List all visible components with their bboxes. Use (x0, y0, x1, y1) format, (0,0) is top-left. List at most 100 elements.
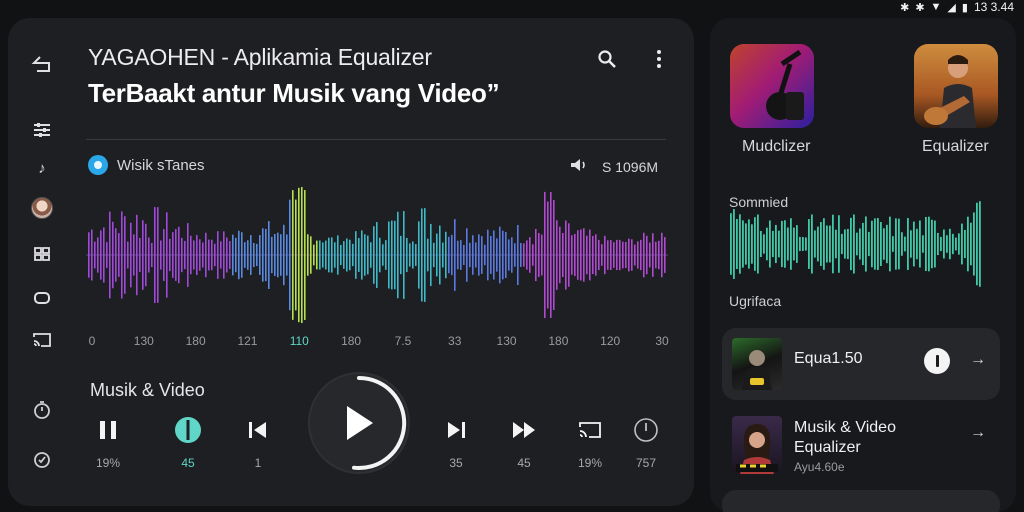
waveform-bar (523, 243, 525, 267)
waveform-bar (661, 232, 663, 278)
track-thumbnail (732, 338, 782, 390)
waveform-bar (613, 242, 615, 268)
waveform-bar (637, 241, 639, 269)
page-title: YAGAOHEN - Aplikamia Equalizer (88, 44, 432, 70)
check-circle-icon[interactable] (26, 446, 58, 474)
mini-waveform-bar (868, 231, 870, 257)
mini-waveform-bar (832, 214, 834, 274)
mini-waveform-bar (973, 212, 975, 276)
waveform-bar (94, 241, 96, 269)
header-divider (86, 139, 666, 140)
waveform-bar (187, 223, 189, 287)
signal-icon: ◢ (947, 1, 956, 14)
waveform-bar (130, 222, 132, 288)
mini-waveform-bar (958, 233, 960, 255)
waveform-bar (163, 229, 165, 281)
app-tile-mudclizer[interactable] (730, 44, 814, 128)
back-icon[interactable] (26, 50, 58, 78)
waveform-bar (646, 235, 648, 275)
waveform-bar (289, 199, 291, 311)
pause-icon[interactable] (88, 414, 128, 446)
waveform-bar (454, 219, 456, 291)
mini-waveform-bar (847, 228, 849, 260)
axis-tick-label: 30 (655, 334, 669, 348)
power-icon[interactable] (626, 414, 666, 446)
wifi-icon: ▼ (930, 1, 942, 13)
arrow-right-icon[interactable]: → (970, 424, 986, 442)
skip-next-icon[interactable] (436, 414, 476, 446)
equalizer-toggle-icon[interactable] (168, 414, 208, 446)
cast-icon[interactable] (570, 414, 610, 446)
waveform-bar (445, 231, 447, 279)
waveform-bar (565, 220, 567, 290)
waveform-bar (253, 242, 255, 268)
mini-waveform-bar (751, 224, 753, 264)
list-item[interactable]: Musik & Video Equalizer Ayu4.60e → (722, 406, 1000, 484)
mini-waveform-bar (865, 216, 867, 272)
waveform-bar (178, 226, 180, 284)
source-label: Wisik sTanes (117, 156, 205, 174)
control-label: 19% (95, 456, 121, 470)
skip-previous-icon[interactable] (238, 414, 278, 446)
waveform-bar (505, 231, 507, 279)
mini-waveform-bar (799, 236, 801, 252)
mini-waveform-bar (898, 218, 900, 270)
music-note-icon[interactable]: ♪ (26, 154, 58, 182)
cast-icon[interactable] (26, 326, 58, 354)
timer-icon[interactable] (26, 396, 58, 424)
waveform-bar (577, 230, 579, 280)
mini-waveform-bar (823, 218, 825, 270)
waveform-bar (346, 238, 348, 272)
waveform-bar (214, 243, 216, 267)
mini-waveform-bar (838, 215, 840, 273)
waveform-bar (412, 241, 414, 269)
waveform-bar (502, 230, 504, 280)
waveform-bar (370, 242, 372, 268)
mini-waveform (730, 201, 981, 287)
waveform-bar (295, 199, 297, 311)
mini-waveform-bar (886, 224, 888, 264)
source-row[interactable]: Wisik sTanes (88, 155, 205, 175)
speaker-icon[interactable] (570, 158, 588, 175)
list-item[interactable] (722, 490, 1000, 512)
waveform-bar (427, 238, 429, 272)
waveform-bar (553, 200, 555, 310)
arrow-right-icon[interactable]: → (970, 351, 986, 369)
fast-forward-icon[interactable] (504, 414, 544, 446)
waveform-bar (469, 242, 471, 268)
loop-icon[interactable] (26, 284, 58, 312)
mini-waveform-bar (901, 232, 903, 256)
audio-waveform[interactable] (86, 180, 668, 330)
waveform-bar (493, 230, 495, 280)
waveform-bar (325, 240, 327, 270)
waveform-bar (664, 237, 666, 273)
waveform-bar (472, 235, 474, 275)
waveform-bar (388, 221, 390, 289)
guitar-icon (730, 44, 814, 128)
waveform-bar (430, 223, 432, 287)
waveform-bar (337, 235, 339, 275)
waveform-bar (556, 220, 558, 290)
mini-waveform-bar (796, 225, 798, 263)
axis-tick-label: 0 (88, 334, 96, 348)
waveform-bar (166, 212, 168, 298)
list-item[interactable]: Equa1.50 → (722, 328, 1000, 400)
waveform-bar (352, 243, 354, 267)
sliders-icon[interactable] (26, 116, 58, 144)
waveform-bar (151, 242, 153, 268)
control-label: 45 (517, 456, 531, 470)
waveform-bar (532, 244, 534, 266)
play-button[interactable] (308, 372, 410, 474)
search-icon[interactable] (594, 46, 620, 72)
waveform-bar (256, 243, 258, 267)
axis-tick-label: 180 (548, 334, 569, 348)
grid-icon[interactable] (26, 240, 58, 268)
toggle-switch[interactable] (924, 348, 950, 374)
waveform-bar (550, 192, 552, 318)
app-tile-equalizer[interactable] (914, 44, 998, 128)
avatar[interactable] (26, 194, 58, 222)
source-icon (88, 155, 108, 175)
waveform-bar (649, 242, 651, 268)
more-vertical-icon[interactable] (646, 46, 672, 72)
waveform-bar (142, 220, 144, 290)
